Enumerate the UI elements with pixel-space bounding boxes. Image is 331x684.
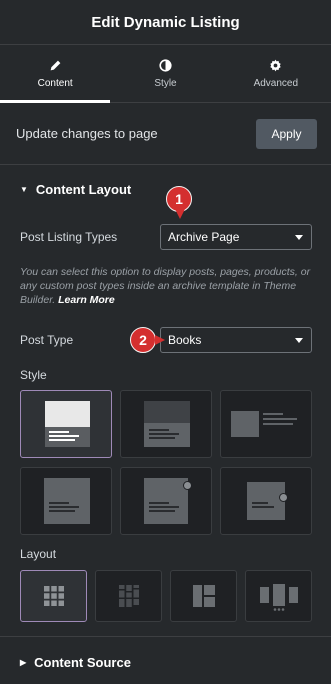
post-type-select[interactable]: Books (160, 327, 312, 353)
post-listing-types-select[interactable]: Archive Page (160, 224, 312, 250)
content-source-title: Content Source (34, 655, 131, 670)
grid-layout-icon (43, 586, 64, 606)
section-divider (0, 636, 331, 637)
style-option-2[interactable] (120, 390, 212, 458)
tab-advanced-label: Advanced (253, 77, 299, 89)
archive-description: You can select this option to display po… (20, 265, 316, 307)
chevron-down-icon (295, 234, 303, 240)
style-option-5[interactable] (120, 467, 212, 535)
half-circle-icon (159, 58, 172, 72)
caret-right-icon: ▶ (20, 658, 27, 667)
style-options-grid (20, 390, 312, 535)
post-type-label: Post Type (20, 333, 74, 347)
content-layout-title: Content Layout (35, 182, 132, 197)
tab-advanced[interactable]: Advanced (221, 45, 331, 102)
tab-bar: Content Style Advanced (0, 45, 331, 103)
tab-style[interactable]: Style (110, 45, 220, 102)
masonry-layout-icon (118, 585, 139, 607)
post-listing-types-label: Post Listing Types (20, 230, 118, 244)
content-layout-section-toggle[interactable]: ▼ Content Layout (20, 182, 131, 197)
style-option-1[interactable] (20, 390, 112, 458)
update-text: Update changes to page (16, 126, 158, 141)
style-option-6[interactable] (220, 467, 312, 535)
layout-option-carousel[interactable] (245, 570, 312, 622)
post-type-value: Books (168, 333, 202, 347)
content-source-section-toggle[interactable]: ▶ Content Source (20, 655, 131, 670)
style-option-4[interactable] (20, 467, 112, 535)
tab-content-label: Content (37, 77, 73, 89)
layout-option-grid[interactable] (20, 570, 87, 622)
gear-icon (270, 59, 282, 71)
tab-content[interactable]: Content (0, 45, 111, 103)
layout-option-masonry[interactable] (95, 570, 162, 622)
pencil-icon (50, 60, 61, 70)
carousel-layout-icon (259, 584, 298, 611)
learn-more-link[interactable]: Learn More (58, 294, 115, 306)
layout-label: Layout (20, 547, 57, 561)
metro-layout-icon (192, 585, 215, 607)
tab-style-label: Style (154, 77, 177, 89)
caret-down-icon: ▼ (20, 185, 28, 194)
style-option-3[interactable] (220, 390, 312, 458)
annotation-marker-2: 2 (130, 327, 165, 353)
layout-options-grid (20, 570, 312, 622)
apply-button[interactable]: Apply (256, 118, 317, 149)
annotation-marker-1: 1 (166, 186, 192, 219)
panel-title: Edit Dynamic Listing (91, 13, 240, 31)
style-label: Style (20, 368, 47, 382)
chevron-down-icon (295, 337, 303, 343)
layout-option-metro[interactable] (170, 570, 237, 622)
post-listing-types-value: Archive Page (168, 230, 240, 244)
update-row: Update changes to page Apply (0, 103, 331, 165)
panel-header: Edit Dynamic Listing (0, 0, 331, 45)
